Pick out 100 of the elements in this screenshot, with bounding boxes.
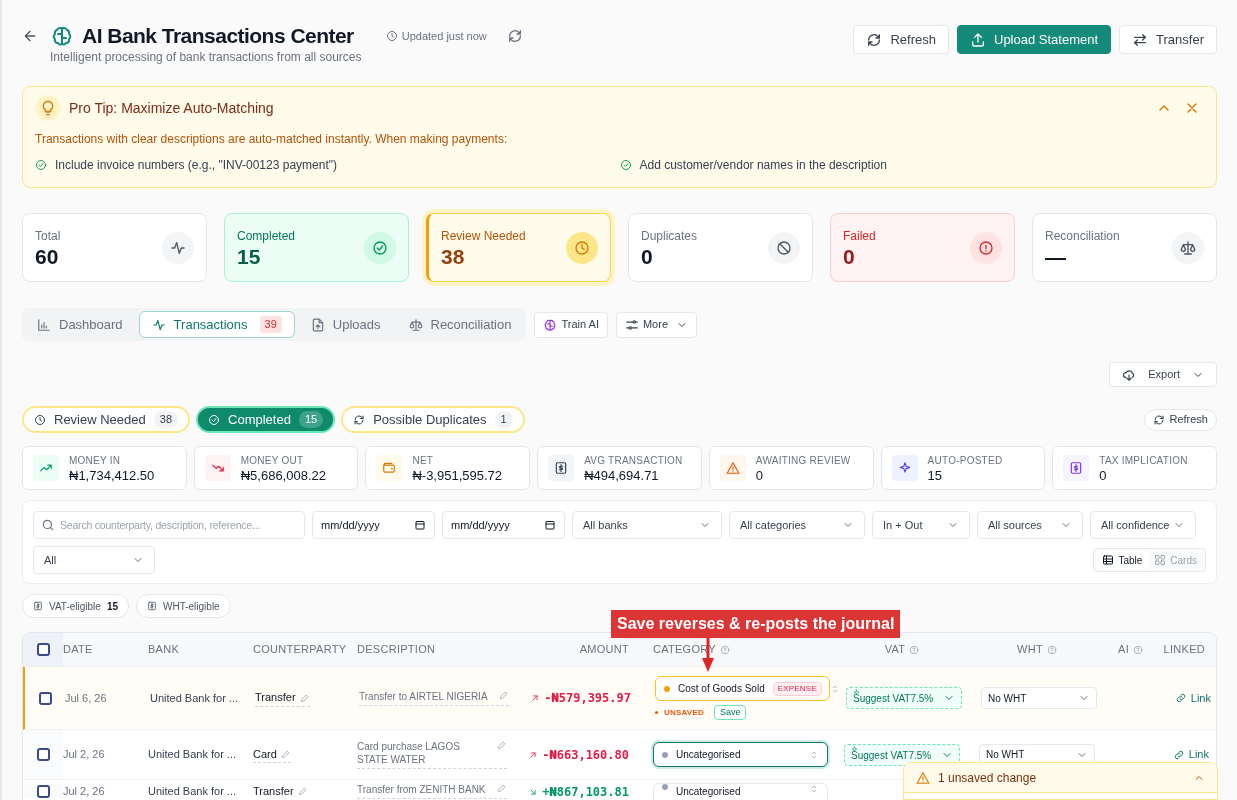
metric-label: TAX IMPLICATION	[1099, 454, 1188, 468]
select-dropdown[interactable]: All banks	[572, 511, 722, 539]
checkbox[interactable]	[36, 643, 50, 656]
link-button[interactable]: Link	[1174, 689, 1211, 707]
stat-value: —	[1045, 244, 1067, 269]
metric-label: NET	[412, 454, 435, 468]
select-dropdown[interactable]: All	[33, 546, 155, 574]
vat-select[interactable]: Suggest VAT7.5%	[844, 743, 960, 766]
refresh-button[interactable]: Refresh	[1144, 408, 1217, 431]
warning-icon	[916, 770, 930, 785]
description-field[interactable]: Transfer from ZENITH BANK	[357, 783, 507, 799]
tab[interactable]: Uploads	[298, 311, 393, 338]
trend-down-icon	[210, 461, 225, 475]
metric-value: 0	[755, 468, 765, 483]
search-field[interactable]: Search counterparty, description, reference...	[33, 511, 305, 539]
header-button[interactable]: Refresh	[853, 25, 949, 54]
checkbox[interactable]	[36, 748, 50, 761]
status-filter-chip[interactable]: Review Needed 38	[22, 406, 191, 433]
date-field[interactable]: mm/dd/yyyy	[442, 511, 565, 539]
back-button[interactable]	[22, 28, 38, 44]
link-icon	[1174, 692, 1187, 704]
alert-circle-icon	[978, 239, 994, 256]
metric-label: MONEY IN	[69, 454, 122, 468]
wallet-icon	[382, 461, 397, 475]
select-dropdown[interactable]: In + Out	[872, 511, 970, 539]
check-circle-icon	[35, 159, 47, 171]
scale-icon	[408, 317, 423, 332]
trend-up-icon	[39, 461, 53, 475]
count-badge: 38	[153, 411, 179, 428]
tip-bullet: Include invoice numbers (e.g., "INV-00123 payment")	[55, 157, 337, 174]
stat-label: Total	[35, 227, 61, 245]
status-filter-chip[interactable]: Completed 15	[196, 406, 336, 433]
sparkle-icon	[851, 745, 858, 753]
dollar-document-icon	[147, 601, 157, 611]
arrow-down-right-icon	[528, 787, 539, 797]
refresh-icon	[866, 31, 883, 48]
upload-icon	[970, 31, 986, 48]
metric-label: AWAITING REVIEW	[755, 454, 851, 468]
dollar-document-icon	[1069, 461, 1084, 475]
description-field[interactable]: Card purchase LAGOS STATE WATER	[357, 740, 507, 769]
pencil-icon	[497, 740, 507, 750]
count-badge: 1	[494, 411, 513, 428]
sparkle-icon	[853, 689, 860, 696]
stat-value: 38	[441, 244, 466, 269]
category-select[interactable]: Uncategorised	[653, 742, 828, 767]
column-header: AMOUNT	[579, 642, 629, 658]
status-filter-chip[interactable]: Possible Duplicates 1	[341, 406, 525, 433]
tax-filter-chip[interactable]: VAT-eligible 15	[22, 594, 129, 618]
check-circle-icon	[372, 239, 388, 256]
warning-icon	[725, 461, 740, 475]
header-button[interactable]: Upload Statement	[957, 25, 1112, 54]
select-dropdown[interactable]: All categories	[729, 511, 865, 539]
pencil-icon	[297, 786, 308, 797]
date-cell-text: Jul 2, 26	[63, 747, 106, 763]
metric-value: 15	[927, 468, 944, 483]
column-header: AI	[1118, 642, 1129, 658]
sliders-icon	[624, 317, 639, 332]
tax-filter-chip[interactable]: WHT-eligible	[136, 594, 231, 618]
metric-label: AVG TRANSACTION	[584, 454, 683, 468]
checkbox[interactable]	[36, 785, 50, 798]
stat-label: Duplicates	[641, 227, 698, 245]
header-button[interactable]: Transfer	[1119, 25, 1217, 54]
pencil-icon	[497, 783, 507, 793]
view-tab[interactable]: Table	[1096, 551, 1149, 569]
tab[interactable]: Dashboard	[25, 311, 135, 338]
tab[interactable]: Reconciliation	[396, 311, 524, 338]
metric-label: MONEY OUT	[240, 454, 305, 468]
link-button[interactable]: Link	[1172, 746, 1209, 763]
metric-value: ₦494,694.71	[584, 468, 660, 483]
calendar-icon	[414, 519, 426, 531]
select-dropdown[interactable]: All confidence	[1090, 511, 1196, 539]
refresh-button[interactable]	[506, 27, 523, 44]
date-field[interactable]: mm/dd/yyyy	[312, 511, 435, 539]
wht-select[interactable]: No WHT	[981, 687, 1097, 709]
stat-value: 15	[237, 244, 262, 269]
save-button[interactable]: Save	[713, 705, 747, 720]
counterparty-field[interactable]: Transfer	[255, 689, 310, 707]
bar-chart-icon	[37, 317, 51, 332]
count-label: 15	[106, 599, 118, 614]
stat-label: Failed	[843, 227, 876, 245]
stat-label: Review Needed	[441, 227, 526, 245]
back-arrow-icon	[22, 28, 38, 44]
table-icon	[1102, 554, 1115, 566]
counterparty-field[interactable]: Card	[253, 745, 291, 764]
description-field[interactable]: Transfer to AIRTEL NIGERIA	[359, 690, 509, 706]
refresh-icon	[506, 27, 523, 44]
checkbox[interactable]	[38, 691, 52, 705]
date-cell-text: Jul 2, 26	[63, 784, 106, 799]
stat-value: 60	[35, 244, 60, 269]
up-down-icon	[809, 784, 819, 794]
toolbar-button[interactable]: More	[615, 311, 697, 338]
counterparty-field[interactable]: Transfer	[253, 783, 308, 800]
export-button[interactable]: Export	[1109, 362, 1217, 387]
select-dropdown[interactable]: All sources	[977, 511, 1083, 539]
category-select[interactable]: Uncategorised	[653, 783, 828, 800]
vat-select[interactable]: Suggest VAT7.5%	[846, 687, 962, 709]
page-title: AI Bank Transactions Center	[82, 23, 354, 49]
tab[interactable]: Transactions 39	[138, 311, 295, 338]
toolbar-button[interactable]: Train AI	[534, 311, 608, 338]
stat-label: Completed	[237, 227, 296, 245]
